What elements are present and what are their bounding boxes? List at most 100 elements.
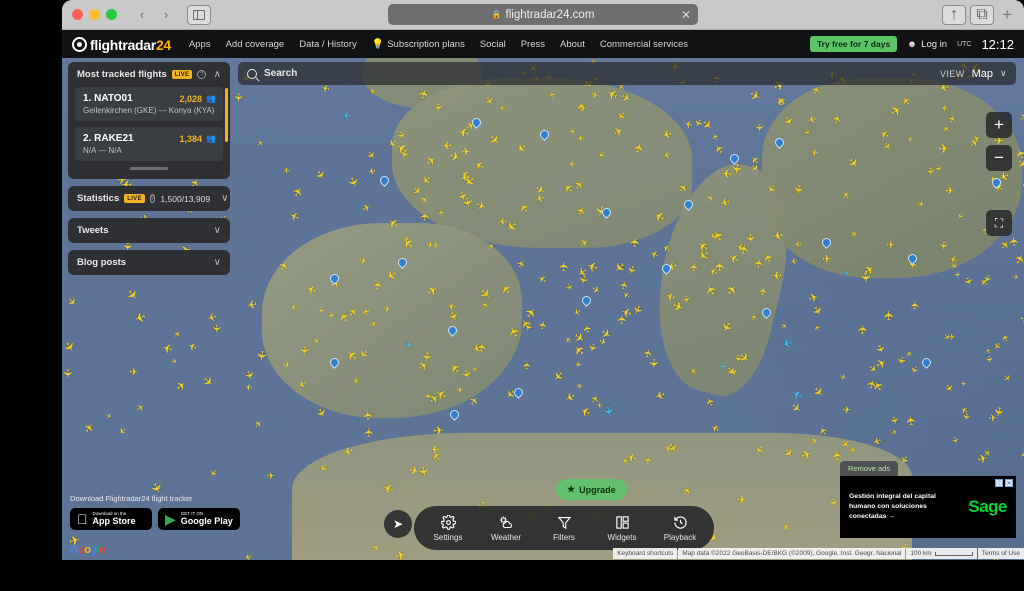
zoom-in-button[interactable]: + [986,112,1012,138]
aircraft-icon[interactable]: ✈ [364,427,376,437]
fullscreen-button[interactable]: ⛶ [986,210,1012,236]
aircraft-icon[interactable]: ✈ [298,346,309,356]
list-item[interactable]: 2. RAKE21 1,384 👥 N/A — N/A [75,127,223,161]
aircraft-icon[interactable]: ✈ [629,237,642,248]
aircraft-icon[interactable]: ✈ [905,414,919,426]
aircraft-icon[interactable]: ✈ [729,163,743,175]
aircraft-icon[interactable]: ✈ [62,368,72,378]
zoom-out-button[interactable]: − [986,145,1012,171]
nav-item-data-history[interactable]: Data / History [299,39,357,50]
aircraft-icon[interactable]: ✈ [937,143,949,157]
aircraft-icon[interactable]: ✈ [771,227,784,241]
close-icon[interactable]: ✕ [1005,479,1013,487]
settings-button[interactable]: Settings [428,515,468,542]
aircraft-icon[interactable]: ✈ [351,377,359,387]
aircraft-icon[interactable]: ✈ [894,355,906,366]
resize-handle[interactable] [130,167,168,170]
aircraft-icon[interactable]: ✈ [211,324,222,333]
aircraft-icon[interactable]: ✈ [590,91,599,101]
nav-item-press[interactable]: Press [521,39,545,50]
aircraft-icon[interactable]: ✈ [850,446,857,454]
aircraft-icon[interactable]: ✈ [737,495,747,507]
aircraft-icon[interactable]: ✈ [843,406,851,416]
aircraft-icon[interactable]: ✈ [205,310,217,323]
map-search-bar[interactable]: Search VIEW Map ∨ [238,62,1016,85]
back-button[interactable]: ‹ [131,5,153,25]
aircraft-icon[interactable]: ✈ [826,496,838,507]
ad-info-icon[interactable]: ⓘ [995,479,1003,487]
aircraft-icon[interactable]: ✈ [441,138,452,151]
maximize-window-button[interactable] [106,9,117,20]
filters-button[interactable]: Filters [544,515,584,542]
aircraft-icon[interactable]: ✈ [432,425,444,439]
aircraft-icon[interactable]: ✈ [373,280,385,291]
aircraft-icon[interactable]: ✈ [407,464,420,478]
close-window-button[interactable] [72,9,83,20]
tab-overview-button[interactable]: ⧉ [970,5,994,25]
statistics-card[interactable]: Statistics LIVE ? 1,500/13,909 ∨ [68,186,230,211]
help-icon[interactable]: ? [197,70,206,79]
aircraft-icon[interactable]: ✈ [577,133,584,142]
forward-button[interactable]: › [155,5,177,25]
nav-item-apps[interactable]: Apps [189,39,211,50]
aircraft-icon[interactable]: ✈ [984,355,994,364]
aircraft-icon[interactable]: ✈ [857,324,870,335]
aircraft-icon[interactable]: ✈ [1012,273,1019,281]
nav-item-subscription-plans[interactable]: 💡Subscription plans [372,39,465,50]
address-bar[interactable]: 🔒 flightradar24.com ✕ [388,4,698,25]
aircraft-icon[interactable]: ✈ [460,368,473,380]
aircraft-icon[interactable]: ✈ [753,123,764,132]
aircraft-icon[interactable]: ✈ [1008,236,1021,247]
collapse-icon[interactable]: ∧ [214,70,221,80]
tweets-card[interactable]: Tweets ∨ [68,218,230,243]
aircraft-icon[interactable]: ✈ [647,358,659,368]
aircraft-icon[interactable]: ✈ [367,165,376,175]
aircraft-icon[interactable]: ✈ [476,341,489,352]
search-input[interactable]: Search [264,68,297,79]
aircraft-icon[interactable]: ✈ [522,361,533,370]
chevron-down-icon[interactable]: ∨ [214,258,221,268]
aircraft-icon[interactable]: ✈ [596,400,603,408]
aircraft-icon[interactable]: ✈ [461,146,472,158]
aircraft-icon[interactable]: ✈ [601,406,614,418]
aircraft-icon[interactable]: ✈ [948,333,956,342]
aircraft-icon[interactable]: ✈ [1019,449,1024,461]
aircraft-icon[interactable]: ✈ [498,215,507,225]
weather-button[interactable]: Weather [486,515,526,542]
aircraft-icon[interactable]: ✈ [925,167,936,176]
playback-button[interactable]: Playback [660,515,700,542]
google-play-badge[interactable]: ▶ GET IT ON Google Play [158,508,240,530]
aircraft-icon[interactable]: ✈ [393,549,407,560]
app-store-badge[interactable]:  Download on the App Store [70,508,152,530]
aircraft-icon[interactable]: ✈ [888,415,900,426]
flightradar24-logo[interactable]: flightradar24 [72,37,171,52]
aircraft-icon[interactable]: ✈ [794,239,802,248]
stop-loading-button[interactable]: ✕ [681,8,691,22]
new-tab-button[interactable]: + [998,5,1016,25]
aircraft-icon[interactable]: ✈ [232,93,243,102]
window-controls[interactable] [72,9,117,20]
view-selector[interactable]: VIEW Map ∨ [940,68,1007,80]
try-free-button[interactable]: Try free for 7 days [810,36,897,52]
remove-ads-button[interactable]: Remove ads [840,461,898,476]
aircraft-icon[interactable]: ✈ [253,349,267,361]
aircraft-icon[interactable]: ✈ [822,254,832,265]
aircraft-icon[interactable]: ✈ [883,309,897,321]
aircraft-icon[interactable]: ✈ [246,297,258,311]
aircraft-icon[interactable]: ✈ [937,240,948,250]
blog-posts-card[interactable]: Blog posts ∨ [68,250,230,275]
chevron-down-icon[interactable]: ∨ [214,226,221,236]
aircraft-icon[interactable]: ✈ [447,300,457,311]
aircraft-icon[interactable]: ✈ [567,159,575,168]
aircraft-icon[interactable]: ✈ [383,305,392,315]
widgets-button[interactable]: Widgets [602,515,642,542]
chevron-down-icon[interactable]: ∨ [1000,68,1007,79]
aircraft-icon[interactable]: ✈ [267,472,275,482]
ad-banner[interactable]: ⓘ ✕ Gestión integral del capital humano … [840,476,1016,538]
aircraft-icon[interactable]: ✈ [432,102,443,112]
login-button[interactable]: ☻ Log in [907,39,947,50]
aircraft-icon[interactable]: ✈ [343,110,351,120]
upgrade-button[interactable]: ★ Upgrade [556,479,627,500]
nav-item-add-coverage[interactable]: Add coverage [226,39,285,50]
most-tracked-header[interactable]: Most tracked flights LIVE ? ∧ [68,62,230,87]
